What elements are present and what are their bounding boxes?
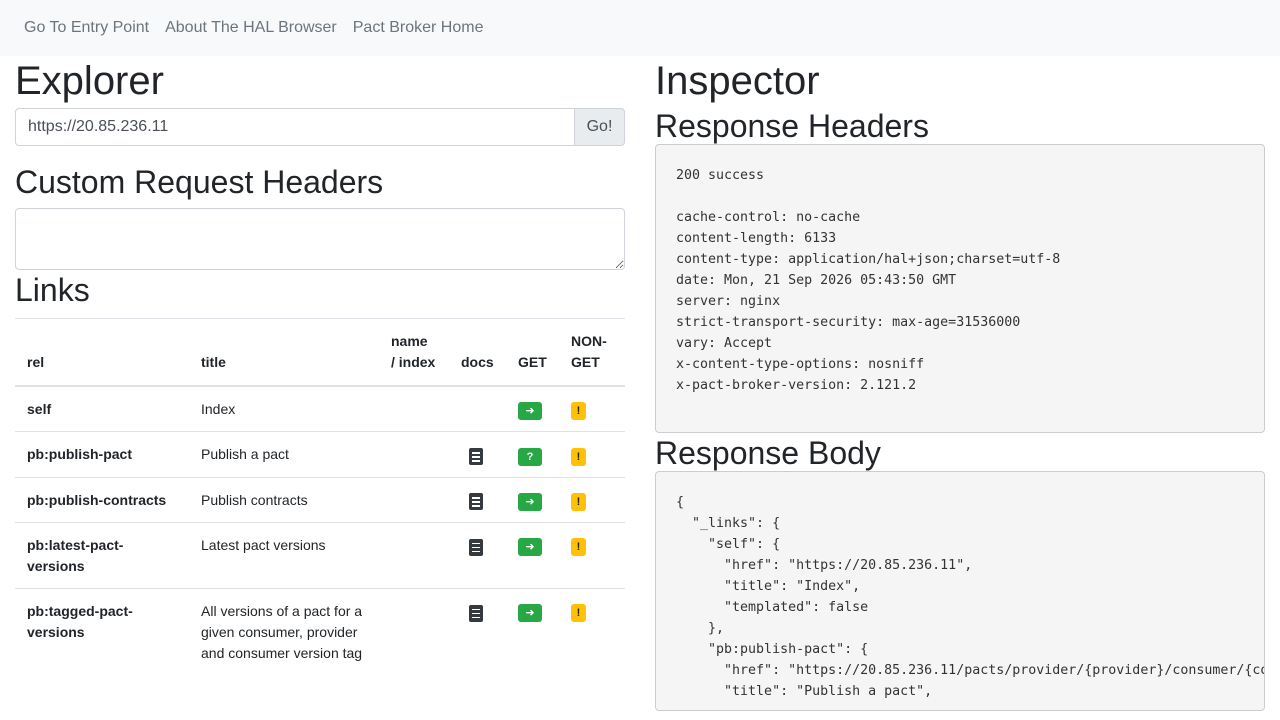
rel-cell: self [15,385,189,432]
get-cell: ? [506,431,559,478]
explorer-panel: Explorer Go! Custom Request Headers Link… [15,56,625,711]
inspector-panel: Inspector Response Headers 200 success c… [655,56,1265,711]
get-cell: ➜ [506,385,559,432]
nonget-cell: ! [559,385,625,432]
url-input-group: Go! [15,108,625,146]
get-cell: ➜ [506,476,559,523]
explorer-title: Explorer [15,59,164,103]
table-row: pb:publish-pact Publish a pact ? ! [15,431,625,478]
col-name-line2: / index [391,354,436,370]
main-container: Explorer Go! Custom Request Headers Link… [0,56,1280,711]
name-cell [379,521,449,589]
nav-about-link[interactable]: About The HAL Browser [165,19,337,37]
rel-cell: pb:latest-pact-versions [15,521,189,589]
links-table: rel title name / index docs GET NON- GET s… [15,318,625,675]
nonget-cell: ! [559,431,625,478]
name-cell [379,476,449,523]
links-title: Links [15,272,90,308]
inspector-title: Inspector [655,59,820,103]
table-row: pb:publish-contracts Publish contracts ➜… [15,476,625,523]
docs-icon[interactable] [469,448,483,466]
title-cell: Index [189,385,379,432]
col-nonget-line1: NON- [571,333,607,349]
col-nonget-line2: GET [571,354,600,370]
name-cell [379,587,449,675]
get-arrow-button[interactable]: ➜ [518,604,542,623]
custom-headers-title: Custom Request Headers [15,164,384,200]
get-cell: ➜ [506,521,559,589]
docs-cell [449,521,506,589]
nonget-button[interactable]: ! [571,492,586,511]
nonget-button[interactable]: ! [571,538,586,557]
title-cell: All versions of a pact for a given consu… [189,587,379,675]
col-nonget: NON- GET [559,318,625,387]
nav-entry-point-link[interactable]: Go To Entry Point [24,19,149,37]
nonget-button[interactable]: ! [571,447,586,466]
table-row: pb:latest-pact-versions Latest pact vers… [15,521,625,589]
col-name-line1: name [391,333,428,349]
docs-cell [449,587,506,675]
nonget-button[interactable]: ! [571,402,586,421]
title-cell: Publish a pact [189,431,379,478]
nonget-button[interactable]: ! [571,604,586,623]
docs-cell [449,476,506,523]
response-body-box: { "_links": { "self": { "href": "https:/… [655,471,1265,711]
col-docs: docs [449,318,506,387]
name-cell [379,431,449,478]
title-cell: Latest pact versions [189,521,379,589]
links-header-row: rel title name / index docs GET NON- GET [15,318,625,387]
docs-icon[interactable] [469,604,483,622]
nonget-cell: ! [559,521,625,589]
response-headers-title: Response Headers [655,108,929,144]
docs-icon[interactable] [469,493,483,511]
response-body-title: Response Body [655,435,881,471]
rel-cell: pb:publish-contracts [15,476,189,523]
table-row: self Index ➜ ! [15,385,625,432]
get-question-button[interactable]: ? [518,447,542,466]
go-button[interactable]: Go! [574,108,625,146]
table-row: pb:tagged-pact-versions All versions of … [15,587,625,675]
top-navbar: Go To Entry Point About The HAL Browser … [0,0,1280,56]
nonget-cell: ! [559,587,625,675]
col-rel: rel [15,318,189,387]
rel-cell: pb:tagged-pact-versions [15,587,189,675]
name-cell [379,385,449,432]
title-cell: Publish contracts [189,476,379,523]
rel-cell: pb:publish-pact [15,431,189,478]
col-name-index: name / index [379,318,449,387]
docs-cell [449,385,506,432]
url-input[interactable] [15,108,574,146]
docs-cell [449,431,506,478]
custom-headers-textarea[interactable] [15,208,625,270]
col-title: title [189,318,379,387]
docs-icon[interactable] [469,538,483,556]
get-cell: ➜ [506,587,559,675]
get-arrow-button[interactable]: ➜ [518,492,542,511]
col-get: GET [506,318,559,387]
nonget-cell: ! [559,476,625,523]
response-headers-box: 200 success cache-control: no-cache cont… [655,144,1265,433]
get-arrow-button[interactable]: ➜ [518,538,542,557]
nav-home-link[interactable]: Pact Broker Home [353,19,484,37]
get-arrow-button[interactable]: ➜ [518,402,542,421]
